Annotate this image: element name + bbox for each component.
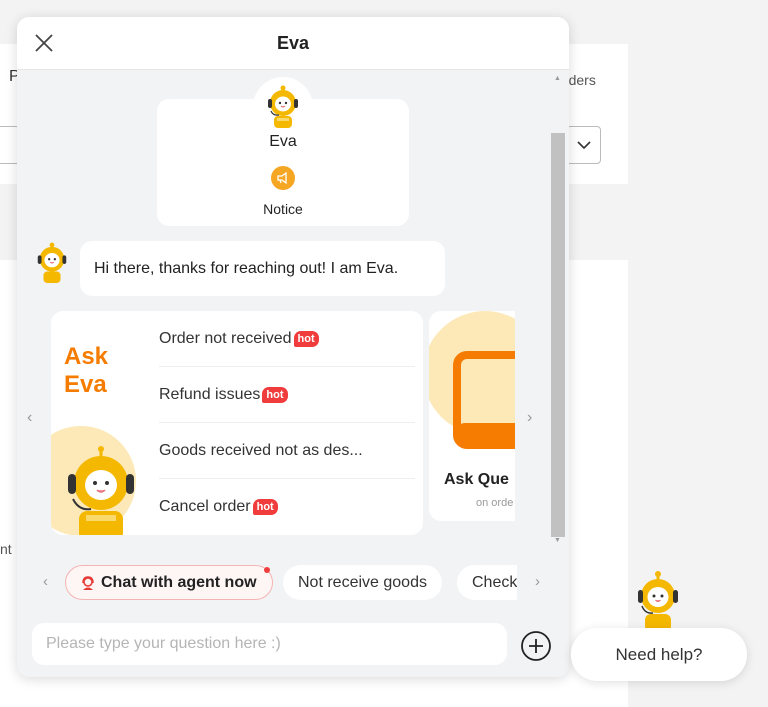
notice-label[interactable]: Notice	[157, 201, 409, 217]
message-avatar	[33, 241, 71, 285]
ask-eva-card: Ask Eva Order not received hot Refund iss…	[51, 311, 423, 535]
question-input[interactable]	[32, 623, 507, 665]
quick-reply-prev-icon[interactable]: ‹	[43, 573, 48, 590]
chat-header: Eva	[17, 17, 569, 70]
chip-label: Not receive goods	[298, 573, 427, 591]
chat-scrollbar[interactable]: ▲ ▼	[550, 75, 566, 545]
bot-avatar	[253, 77, 313, 137]
topic-label: Order not received	[159, 329, 292, 347]
ask-eva-title-line2: Eva	[64, 371, 107, 398]
topic-label: Goods received not as des...	[159, 441, 363, 459]
chat-with-agent-label: Chat with agent now	[101, 573, 257, 591]
close-icon[interactable]	[33, 32, 55, 54]
scrollbar-thumb[interactable]	[551, 133, 565, 537]
notification-dot	[263, 567, 270, 573]
hot-badge: hot	[252, 499, 278, 515]
hot-badge: hot	[293, 330, 319, 347]
need-help-button[interactable]: Need help?	[571, 628, 747, 681]
page-partial-text: nt	[0, 541, 12, 557]
scroll-up-icon[interactable]: ▲	[554, 75, 561, 82]
topic-refund-issues[interactable]: Refund issues hot	[159, 367, 415, 423]
scroll-down-icon[interactable]: ▼	[554, 537, 561, 544]
chip-label: Check	[472, 573, 517, 591]
plus-circle-icon[interactable]	[520, 630, 552, 662]
topic-label: Cancel order	[159, 498, 251, 515]
robot-icon	[268, 85, 298, 128]
check-chip[interactable]: Check	[457, 565, 517, 600]
topic-goods-not-as-described[interactable]: Goods received not as des...	[159, 423, 415, 479]
greeting-message: Hi there, thanks for reaching out! I am …	[80, 241, 445, 296]
agent-headset-icon	[82, 575, 94, 590]
ask-eva-title-line1: Ask	[64, 343, 109, 370]
robot-icon[interactable]	[632, 570, 684, 632]
bot-name: Eva	[269, 133, 297, 150]
topic-label: Refund issues	[159, 385, 261, 403]
chat-title: Eva	[276, 32, 310, 53]
topic-order-not-received[interactable]: Order not received hot	[159, 311, 415, 367]
topic-cancel-order[interactable]: Cancel order hot	[159, 479, 415, 535]
quick-reply-next-icon[interactable]: ›	[535, 573, 540, 590]
page-dropdown[interactable]	[566, 126, 601, 164]
carousel-prev-icon[interactable]: ‹	[27, 409, 32, 427]
carousel-next-icon[interactable]: ›	[527, 409, 532, 427]
chat-window: Eva ▲ ▼ Eva Notice Hi there, thanks for …	[17, 17, 569, 677]
chevron-down-icon	[576, 141, 591, 150]
quick-reply-track: Chat with agent now Not receive goods Ch…	[65, 565, 517, 601]
hot-badge: hot	[262, 386, 288, 403]
robot-icon	[37, 242, 67, 283]
ask-questions-card[interactable]: Ask Que on orde	[429, 311, 515, 521]
megaphone-icon[interactable]	[271, 166, 295, 190]
chat-with-agent-button[interactable]: Chat with agent now	[65, 565, 273, 600]
book-icon	[429, 311, 515, 449]
need-help-label: Need help?	[615, 644, 703, 664]
not-receive-goods-chip[interactable]: Not receive goods	[283, 565, 442, 600]
ask-questions-title: Ask Que	[444, 471, 509, 488]
quick-reply-bar: ‹ Chat with agent now Not receive goods …	[17, 565, 569, 601]
ask-eva-title: Ask Eva	[64, 343, 108, 399]
ask-questions-subtitle: on orde	[476, 497, 514, 509]
